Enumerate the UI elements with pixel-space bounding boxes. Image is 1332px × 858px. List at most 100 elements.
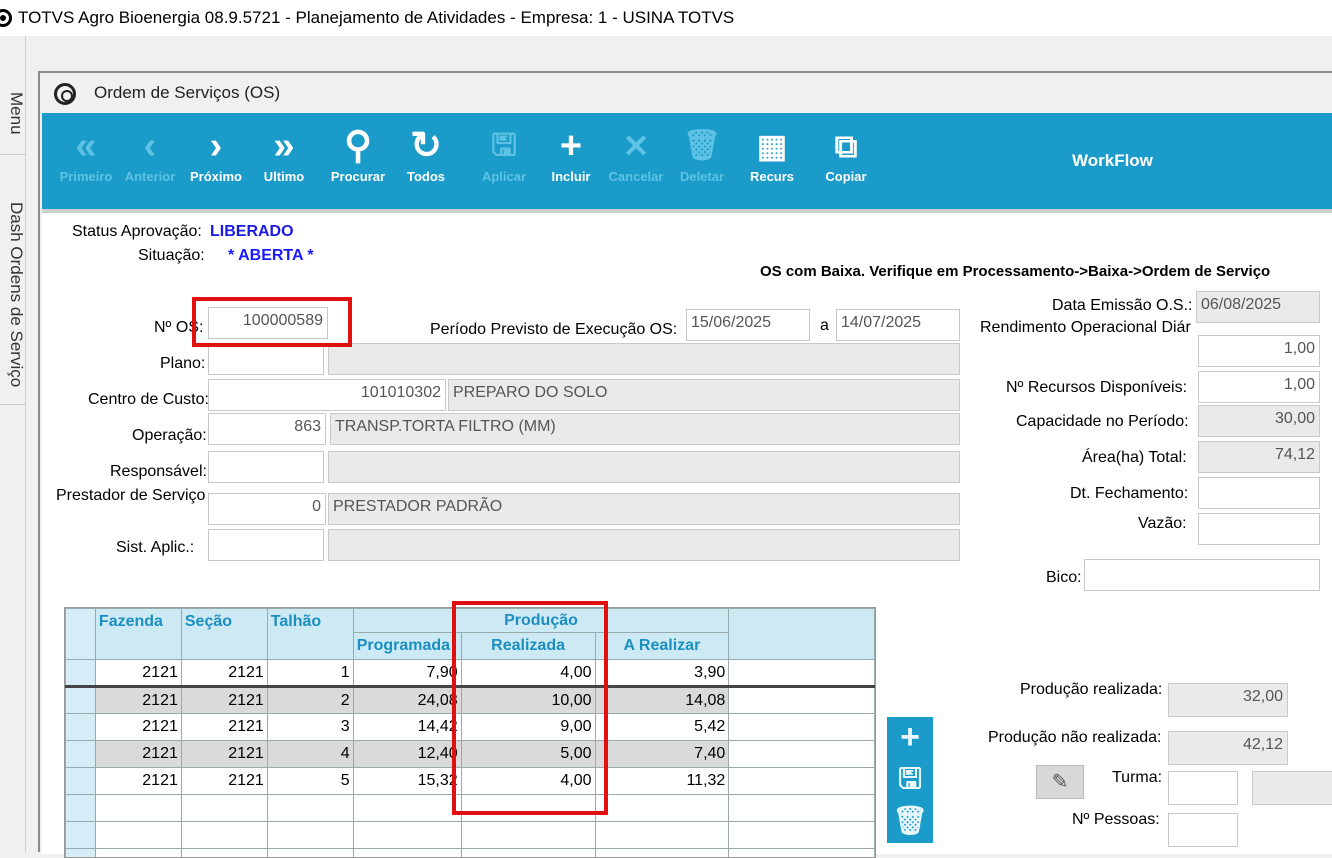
tab-divider xyxy=(0,154,26,155)
periodo-fim-field[interactable]: 14/07/2025 xyxy=(836,309,960,341)
capacidade-label: Capacidade no Período: xyxy=(1016,413,1189,431)
centro-code-field[interactable]: 101010302 xyxy=(208,379,446,411)
cancel-button-label: Cancelar xyxy=(604,169,668,184)
cell-a-realizar[interactable]: 11,32 xyxy=(595,768,729,795)
tab-dash-ordens[interactable]: Dash Ordens de Serviço xyxy=(0,202,26,388)
cell-talhao[interactable]: 1 xyxy=(267,660,353,687)
rendimento-label: Rendimento Operacional Diár xyxy=(980,319,1191,337)
col-secao[interactable]: Seção xyxy=(181,609,267,660)
previous-button[interactable]: ‹ Anterior xyxy=(118,125,182,184)
cell-fazenda[interactable]: 2121 xyxy=(95,660,181,687)
cell-a-realizar[interactable]: 7,40 xyxy=(595,741,729,768)
cell-fazenda[interactable]: 2121 xyxy=(95,768,181,795)
vazao-label: Vazão: xyxy=(1138,515,1187,533)
operacao-code-field[interactable]: 863 xyxy=(208,413,326,445)
cell-talhao[interactable]: 3 xyxy=(267,714,353,741)
turma-desc-field xyxy=(1252,771,1332,805)
apply-button-label: Aplicar xyxy=(472,169,536,184)
cell-secao[interactable]: 2121 xyxy=(181,714,267,741)
cell-fazenda[interactable]: 2121 xyxy=(95,714,181,741)
col-fazenda[interactable]: Fazenda xyxy=(95,609,181,660)
resources-button[interactable]: ▦ Recurs xyxy=(740,125,804,184)
tab-menu[interactable]: Menu xyxy=(0,92,26,162)
turma-label: Turma: xyxy=(1112,769,1162,787)
pessoas-field[interactable] xyxy=(1168,813,1238,847)
workflow-link[interactable]: WorkFlow xyxy=(1072,151,1153,171)
trash-icon: 🗑 xyxy=(670,125,734,167)
cell-programada[interactable]: 15,32 xyxy=(353,768,461,795)
previous-button-label: Anterior xyxy=(118,169,182,184)
prestador-code-field[interactable]: 0 xyxy=(208,493,326,525)
plano-desc-field xyxy=(328,343,960,375)
apply-button[interactable]: 🖫 Aplicar xyxy=(472,125,536,184)
cell-fazenda[interactable]: 2121 xyxy=(95,687,181,714)
responsavel-field[interactable] xyxy=(208,451,324,483)
cell-a-realizar[interactable]: 5,42 xyxy=(595,714,729,741)
close-icon: ✕ xyxy=(604,125,668,167)
col-a-realizar[interactable]: A Realizar xyxy=(595,633,729,660)
turma-field[interactable] xyxy=(1168,771,1238,805)
last-button[interactable]: » Ultimo xyxy=(252,125,316,184)
centro-label: Centro de Custo: xyxy=(88,391,209,409)
cell-secao[interactable]: 2121 xyxy=(181,768,267,795)
bico-field[interactable] xyxy=(1084,559,1320,591)
col-talhao[interactable]: Talhão xyxy=(267,609,353,660)
cell-secao[interactable]: 2121 xyxy=(181,660,267,687)
next-button[interactable]: › Próximo xyxy=(184,125,248,184)
situacao-value: * ABERTA * xyxy=(228,247,314,265)
recursos-field[interactable]: 1,00 xyxy=(1198,371,1320,403)
cancel-button[interactable]: ✕ Cancelar xyxy=(604,125,668,184)
col-empty xyxy=(729,609,875,660)
delete-row-button[interactable]: 🗑 xyxy=(887,801,933,843)
cell-secao[interactable]: 2121 xyxy=(181,687,267,714)
search-button[interactable]: ⚲ Procurar xyxy=(326,125,390,184)
producao-realizada-field: 32,00 xyxy=(1168,683,1288,717)
periodo-inicio-field[interactable]: 15/06/2025 xyxy=(686,309,810,341)
cell-talhao[interactable]: 5 xyxy=(267,768,353,795)
next-button-label: Próximo xyxy=(184,169,248,184)
vazao-field[interactable] xyxy=(1198,513,1320,545)
first-button[interactable]: « Primeiro xyxy=(54,125,118,184)
all-button[interactable]: ↻ Todos xyxy=(394,125,458,184)
cell-talhao[interactable]: 4 xyxy=(267,741,353,768)
cell-programada[interactable]: 14,42 xyxy=(353,714,461,741)
cell-a-realizar[interactable]: 14,08 xyxy=(595,687,729,714)
save-row-button[interactable]: 🖫 xyxy=(887,759,933,801)
fechamento-label: Dt. Fechamento: xyxy=(1070,485,1188,503)
refresh-icon: ↻ xyxy=(394,125,458,167)
cell-talhao[interactable]: 2 xyxy=(267,687,353,714)
rendimento-field[interactable]: 1,00 xyxy=(1198,335,1320,367)
producao-nao-realizada-label: Produção não realizada: xyxy=(988,729,1161,747)
edit-icon[interactable]: ✎ xyxy=(1036,765,1084,799)
app-title-bar: TOTVS Agro Bioenergia 08.9.5721 - Planej… xyxy=(0,0,1332,36)
save-icon: 🖫 xyxy=(898,763,922,794)
highlight-box-realizada xyxy=(452,601,608,815)
sist-aplic-label: Sist. Aplic.: xyxy=(116,539,194,557)
col-programada[interactable]: Programada xyxy=(353,633,461,660)
chevron-right-icon: › xyxy=(184,125,248,167)
table-row-empty[interactable] xyxy=(66,849,875,858)
cell-fazenda[interactable]: 2121 xyxy=(95,741,181,768)
sist-aplic-field[interactable] xyxy=(208,529,324,561)
add-row-button[interactable]: + xyxy=(887,717,933,759)
table-row-empty[interactable] xyxy=(66,822,875,849)
fechamento-field[interactable] xyxy=(1198,477,1320,509)
delete-button[interactable]: 🗑 Deletar xyxy=(670,125,734,184)
include-button[interactable]: + Incluir xyxy=(539,125,603,184)
cell-programada[interactable]: 7,90 xyxy=(353,660,461,687)
cell-programada[interactable]: 24,08 xyxy=(353,687,461,714)
left-tab-strip: Menu Dash Ordens de Serviço xyxy=(0,36,26,852)
cell-programada[interactable]: 12,40 xyxy=(353,741,461,768)
cell-a-realizar[interactable]: 3,90 xyxy=(595,660,729,687)
cell-secao[interactable]: 2121 xyxy=(181,741,267,768)
warning-message: OS com Baixa. Verifique em Processamento… xyxy=(760,263,1270,280)
periodo-separator: a xyxy=(820,317,829,335)
copy-button[interactable]: ⧉ Copiar xyxy=(814,125,878,184)
plano-field[interactable] xyxy=(208,343,324,375)
capacidade-field: 30,00 xyxy=(1198,405,1320,437)
prestador-desc-field: PRESTADOR PADRÃO xyxy=(328,493,960,525)
first-button-label: Primeiro xyxy=(54,169,118,184)
all-button-label: Todos xyxy=(394,169,458,184)
double-chevron-right-icon: » xyxy=(252,125,316,167)
totvs-logo-icon xyxy=(54,83,76,105)
